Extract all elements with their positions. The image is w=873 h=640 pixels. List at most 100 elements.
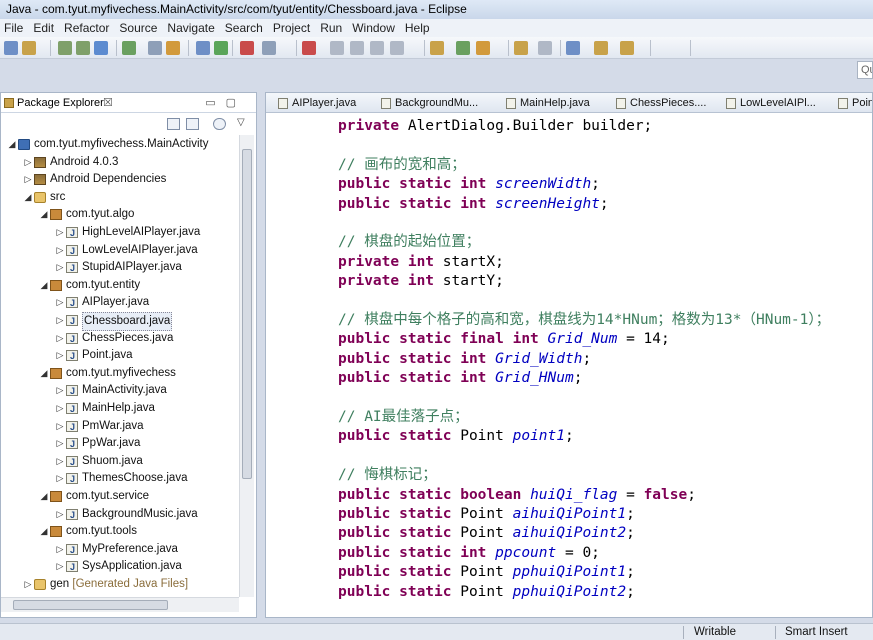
package-explorer-tab[interactable]: Package Explorer ☒ ▭▢ xyxy=(1,93,256,113)
expanded-arrow-icon[interactable]: ◢ xyxy=(39,488,49,505)
minimize-maximize-icons[interactable]: ▭▢ xyxy=(205,96,246,109)
code-text: ; xyxy=(687,486,696,503)
tree-item-label: BackgroundMusic.java xyxy=(82,507,198,520)
java-file-icon xyxy=(66,260,78,277)
editor-tab[interactable]: ChessPieces.... xyxy=(608,93,718,113)
collapsed-arrow-icon[interactable]: ▷ xyxy=(55,418,65,435)
toolbar-separator xyxy=(232,40,233,56)
menu-search[interactable]: Search xyxy=(225,21,263,35)
package-explorer-view: Package Explorer ☒ ▭▢ ▽ ◢ com.tyut.myfive… xyxy=(0,92,257,618)
collapsed-arrow-icon[interactable]: ▷ xyxy=(55,242,65,259)
menu-project[interactable]: Project xyxy=(273,21,310,35)
code-text: AlertDialog.Builder builder; xyxy=(407,118,653,134)
toolbar-tool-icon[interactable] xyxy=(262,41,276,55)
menu-navigate[interactable]: Navigate xyxy=(167,21,214,35)
tree-vertical-scrollbar[interactable] xyxy=(239,135,254,597)
expanded-arrow-icon[interactable]: ◢ xyxy=(7,136,17,153)
toolbar-tool-icon[interactable] xyxy=(350,41,364,55)
menu-file[interactable]: File xyxy=(4,21,23,35)
menu-refactor[interactable]: Refactor xyxy=(64,21,109,35)
collapsed-arrow-icon[interactable]: ▷ xyxy=(23,576,33,593)
editor-tab[interactable]: MainHelp.java xyxy=(498,93,608,113)
editor-tab[interactable]: Point xyxy=(830,93,872,113)
toolbar-tool-icon[interactable] xyxy=(148,41,162,55)
toolbar-tool-icon[interactable] xyxy=(370,41,384,55)
window-title: Java - com.tyut.myfivechess.MainActivity… xyxy=(0,0,873,19)
collapsed-arrow-icon[interactable]: ▷ xyxy=(55,400,65,417)
toolbar-tool-icon[interactable] xyxy=(58,41,72,55)
toolbar-tool-icon[interactable] xyxy=(476,41,490,55)
toolbar-tool-icon[interactable] xyxy=(456,41,470,55)
chevron-down-icon[interactable]: ▽ xyxy=(237,117,245,128)
collapsed-arrow-icon[interactable]: ▷ xyxy=(55,470,65,487)
collapsed-arrow-icon[interactable]: ▷ xyxy=(55,330,65,347)
toolbar-tool-icon[interactable] xyxy=(620,41,634,55)
toolbar-tool-icon[interactable] xyxy=(330,41,344,55)
toolbar-tool-icon[interactable] xyxy=(302,41,316,55)
source-folder-icon xyxy=(34,191,46,203)
toolbar-tool-icon[interactable] xyxy=(538,41,552,55)
tree-horizontal-scrollbar[interactable] xyxy=(1,597,239,612)
toolbar-tool-icon[interactable] xyxy=(390,41,404,55)
java-file-icon xyxy=(66,454,78,471)
toolbar-tool-icon[interactable] xyxy=(566,41,580,55)
editor-tab[interactable]: BackgroundMu... xyxy=(373,93,498,113)
collapsed-arrow-icon[interactable]: ▷ xyxy=(55,294,65,311)
menu-run[interactable]: Run xyxy=(320,21,342,35)
code-field: aihuiQiPoint1 xyxy=(512,506,627,522)
editor-tab[interactable]: AIPlayer.java xyxy=(270,93,373,113)
view-menu-icon[interactable] xyxy=(213,118,226,130)
toolbar-tool-icon[interactable] xyxy=(514,41,528,55)
toolbar-tool-icon[interactable] xyxy=(76,41,90,55)
expanded-arrow-icon[interactable]: ◢ xyxy=(39,523,49,540)
toolbar-tool-icon[interactable] xyxy=(214,41,228,55)
collapsed-arrow-icon[interactable]: ▷ xyxy=(23,171,33,188)
collapsed-arrow-icon[interactable]: ▷ xyxy=(55,259,65,276)
menu-help[interactable]: Help xyxy=(405,21,430,35)
expanded-arrow-icon[interactable]: ◢ xyxy=(39,365,49,382)
expanded-arrow-icon[interactable]: ◢ xyxy=(39,277,49,294)
toolbar-tool-icon[interactable] xyxy=(166,41,180,55)
toolbar-tool-icon[interactable] xyxy=(94,41,108,55)
expanded-arrow-icon[interactable]: ◢ xyxy=(23,189,33,206)
collapsed-arrow-icon[interactable]: ▷ xyxy=(55,506,65,523)
collapsed-arrow-icon[interactable]: ▷ xyxy=(55,382,65,399)
java-file-icon xyxy=(66,295,78,312)
menu-edit[interactable]: Edit xyxy=(33,21,54,35)
scrollbar-thumb[interactable] xyxy=(13,600,168,610)
collapsed-arrow-icon[interactable]: ▷ xyxy=(55,558,65,575)
toolbar-tool-icon[interactable] xyxy=(196,41,210,55)
collapsed-arrow-icon[interactable]: ▷ xyxy=(55,312,65,329)
toolbar-tool-icon[interactable] xyxy=(240,41,254,55)
code-area[interactable]: private AlertDialog.Builder builder; // 画… xyxy=(266,113,868,601)
close-view-icon[interactable]: ☒ xyxy=(103,96,113,109)
tree-item-decoration: [Generated Java Files] xyxy=(69,578,189,590)
toolbar-tool-icon[interactable] xyxy=(430,41,444,55)
tree-item-label: Chessboard.java xyxy=(82,312,173,331)
editor-horizontal-scrollbar[interactable] xyxy=(266,601,872,617)
collapsed-arrow-icon[interactable]: ▷ xyxy=(55,541,65,558)
collapse-all-icon[interactable] xyxy=(167,118,180,130)
collapsed-arrow-icon[interactable]: ▷ xyxy=(55,224,65,241)
code-line: public static Point pphuiQiPoint1; xyxy=(338,563,635,582)
menu-window[interactable]: Window xyxy=(352,21,395,35)
menu-source[interactable]: Source xyxy=(119,21,157,35)
collapsed-arrow-icon[interactable]: ▷ xyxy=(55,347,65,364)
expanded-arrow-icon[interactable]: ◢ xyxy=(39,206,49,223)
toolbar-tool-icon[interactable] xyxy=(22,41,36,55)
collapsed-arrow-icon[interactable]: ▷ xyxy=(55,453,65,470)
editor-tab[interactable]: LowLevelAIPl... xyxy=(718,93,830,113)
collapsed-arrow-icon[interactable]: ▷ xyxy=(23,154,33,171)
scrollbar-thumb[interactable] xyxy=(242,149,252,479)
tree-item-label: SysApplication.java xyxy=(82,560,182,573)
code-text: ; xyxy=(582,350,592,367)
toolbar-tool-icon[interactable] xyxy=(4,41,18,55)
quick-access-input[interactable]: Qu xyxy=(857,61,873,79)
collapsed-arrow-icon[interactable]: ▷ xyxy=(55,435,65,452)
link-with-editor-icon[interactable] xyxy=(186,118,199,130)
tree-item-label: com.tyut.tools xyxy=(66,525,137,538)
toolbar-tool-icon[interactable] xyxy=(594,41,608,55)
tree-item-label: com.tyut.myfivechess.MainActivity xyxy=(34,138,209,150)
tree-item-label: com.tyut.entity xyxy=(66,278,141,291)
toolbar-tool-icon[interactable] xyxy=(122,41,136,55)
